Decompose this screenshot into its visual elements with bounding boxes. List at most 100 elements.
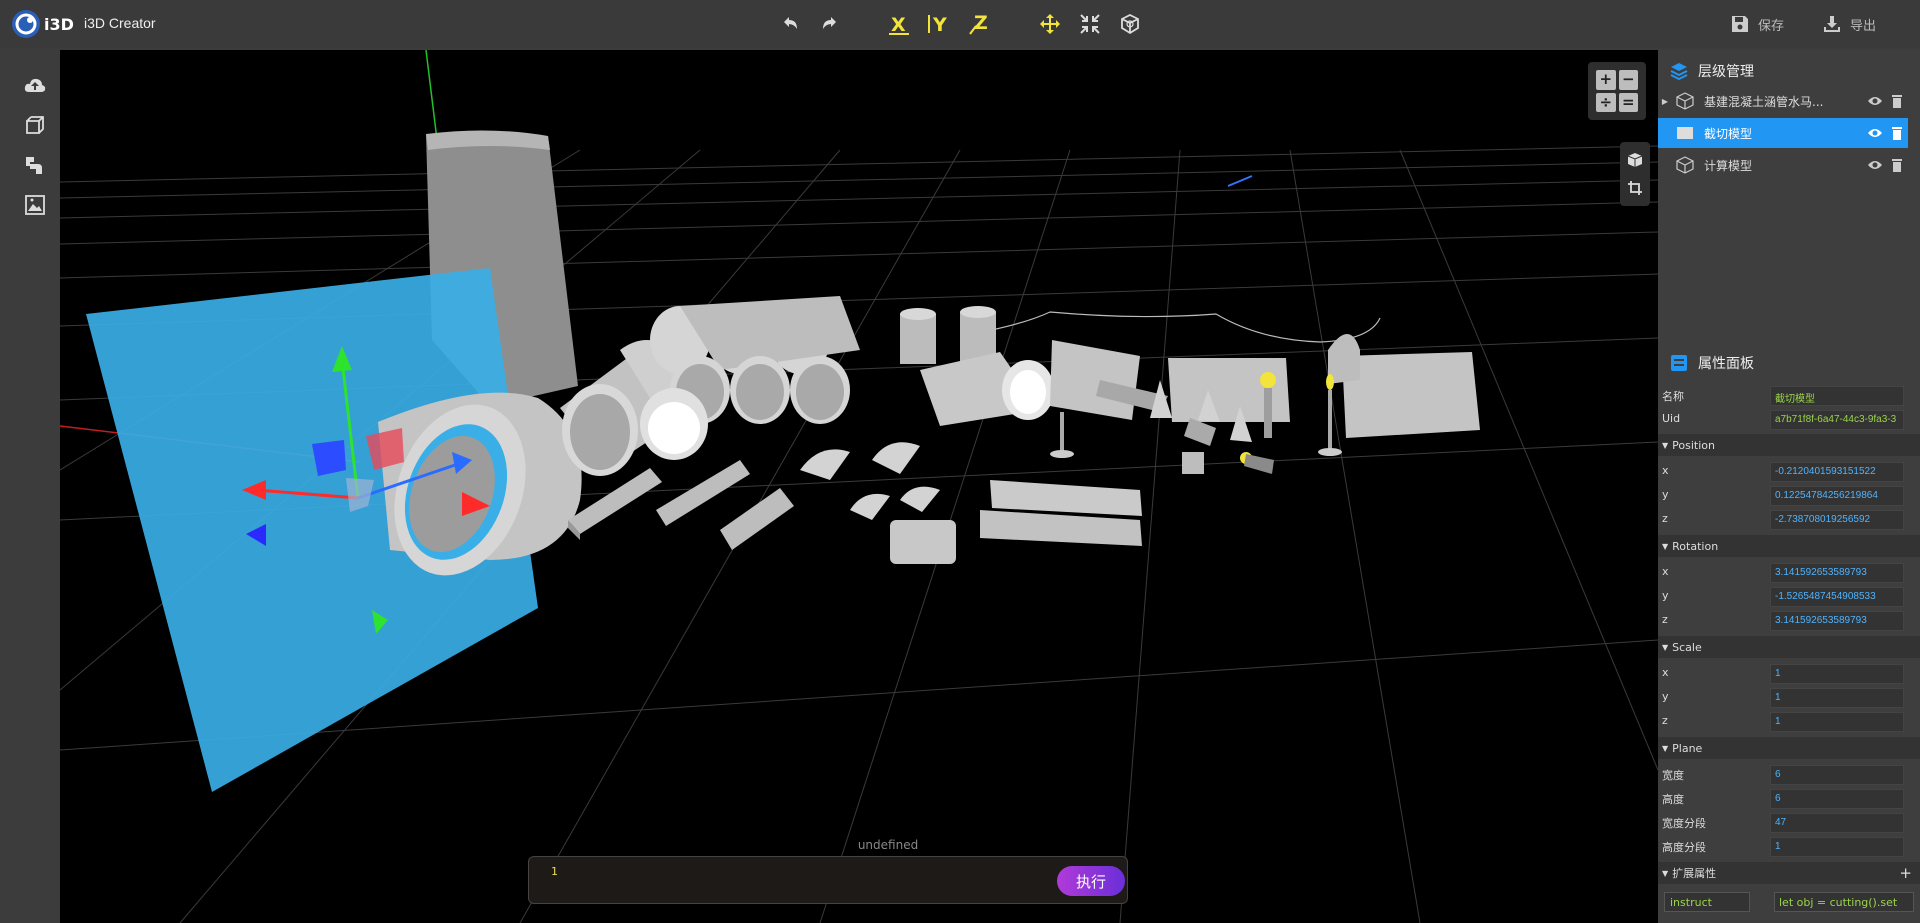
pipe-elbow-icon xyxy=(26,157,42,174)
scale-y-input[interactable]: 1 xyxy=(1770,688,1904,708)
scale-button[interactable] xyxy=(1076,10,1104,38)
cloud-upload-icon xyxy=(24,78,46,92)
wireframe-cube-icon xyxy=(26,116,44,134)
move-arrows-icon xyxy=(1040,14,1060,34)
chevron-down-icon: ▼ xyxy=(1662,642,1669,652)
rotation-section-toggle[interactable]: ▼ Rotation xyxy=(1658,535,1920,557)
save-label: 保存 xyxy=(1758,18,1785,34)
pipe-model-button[interactable] xyxy=(22,152,48,178)
add-property-button[interactable]: + xyxy=(1899,864,1912,882)
plane-section-toggle[interactable]: ▼ Plane xyxy=(1658,737,1920,759)
view-controls xyxy=(1620,142,1650,206)
wireframe-cube-button[interactable] xyxy=(22,112,48,138)
export-button[interactable]: 导出 xyxy=(1822,12,1876,36)
undo-icon xyxy=(784,17,797,29)
scale-title: Scale xyxy=(1672,640,1702,654)
tree-item-cutting-model[interactable]: 截切模型 xyxy=(1658,118,1908,148)
zoom-reset-button[interactable]: = xyxy=(1618,92,1638,112)
undo-button[interactable] xyxy=(776,10,804,38)
console-output: undefined xyxy=(857,838,919,852)
image-frame-icon xyxy=(25,195,45,215)
hierarchy-title: 层级管理 xyxy=(1698,64,1754,80)
plane-height-input[interactable]: 6 xyxy=(1770,789,1904,809)
axis-y-button[interactable]: Y xyxy=(925,10,953,38)
plane-hseg-input[interactable]: 1 xyxy=(1770,837,1904,857)
plane-hseg-label: 高度分段 xyxy=(1662,841,1706,854)
rotate-button[interactable] xyxy=(1116,10,1144,38)
crop-icon xyxy=(1628,181,1642,195)
zoom-out-button[interactable]: − xyxy=(1618,70,1638,90)
extended-title: 扩展属性 xyxy=(1672,867,1717,880)
plane-wseg-input[interactable]: 47 xyxy=(1770,813,1904,833)
position-section-toggle[interactable]: ▼ Position xyxy=(1658,434,1920,456)
scale-x-input[interactable]: 1 xyxy=(1770,664,1904,684)
prop-uid-input[interactable]: a7b71f8f-6a47-44c3-9fa3-3 xyxy=(1770,410,1904,430)
delete-trash-icon[interactable] xyxy=(1886,90,1908,112)
channel-models[interactable] xyxy=(568,442,1142,564)
rotation-title: Rotation xyxy=(1672,539,1719,553)
crop-button[interactable] xyxy=(1625,178,1645,198)
position-y-row: y 0.12254784256219864 xyxy=(1658,484,1920,508)
axis-label: z xyxy=(1662,512,1668,525)
prop-name-input[interactable]: 截切模型 xyxy=(1770,386,1904,406)
position-x-input[interactable]: -0.2120401593151522 xyxy=(1770,462,1904,482)
axis-label: x xyxy=(1662,565,1669,578)
plane-width-input[interactable]: 6 xyxy=(1770,765,1904,785)
delete-trash-icon[interactable] xyxy=(1886,154,1908,176)
position-z-input[interactable]: -2.738708019256592 xyxy=(1770,510,1904,530)
upload-button[interactable] xyxy=(22,72,48,98)
app-title: i3D Creator xyxy=(84,15,156,31)
plane-icon xyxy=(1674,124,1696,142)
3d-viewport[interactable]: + − ÷ = undefined 1 执行 xyxy=(60,50,1658,923)
axis-z-button[interactable]: Z xyxy=(966,10,994,38)
script-console[interactable]: 1 执行 xyxy=(528,856,1128,904)
axis-y-icon: Y xyxy=(928,14,947,36)
chevron-down-icon: ▼ xyxy=(1662,743,1669,753)
top-toolbar: i3D i3D Creator X Y Z 保存 导出 xyxy=(0,0,1920,48)
visibility-eye-icon[interactable] xyxy=(1864,154,1886,176)
prop-uid-label: Uid xyxy=(1662,412,1681,425)
view-cube-button[interactable] xyxy=(1625,150,1645,170)
axis-label: y xyxy=(1662,589,1669,602)
plane-hseg-row: 高度分段 1 xyxy=(1658,835,1920,859)
rotation-y-input[interactable]: -1.5265487454908533 xyxy=(1770,587,1904,607)
cube-outline-icon xyxy=(1674,156,1696,174)
scale-z-input[interactable]: 1 xyxy=(1770,712,1904,732)
cable-line xyxy=(959,311,1381,343)
cube-outline-icon xyxy=(1674,92,1696,110)
visibility-eye-icon[interactable] xyxy=(1864,90,1886,112)
tree-item-compute-model[interactable]: 计算模型 xyxy=(1658,150,1908,180)
expand-arrow-icon[interactable]: ▶ xyxy=(1658,97,1672,106)
app-logo: i3D xyxy=(10,8,80,40)
redo-icon xyxy=(823,17,836,29)
tree-item-infrastructure[interactable]: ▶ 基建混凝土涵管水马... xyxy=(1658,86,1908,116)
prop-name-label: 名称 xyxy=(1662,390,1684,403)
rotation-x-input[interactable]: 3.141592653589793 xyxy=(1770,563,1904,583)
rotation-y-row: y -1.5265487454908533 xyxy=(1658,585,1920,609)
plane-height-label: 高度 xyxy=(1662,793,1684,806)
scene-image-button[interactable] xyxy=(22,192,48,218)
extended-key-input[interactable]: instruct xyxy=(1664,892,1750,912)
delete-trash-icon[interactable] xyxy=(1886,122,1908,144)
axis-label: y xyxy=(1662,488,1669,501)
rotation-z-row: z 3.141592653589793 xyxy=(1658,609,1920,633)
save-button[interactable]: 保存 xyxy=(1730,12,1784,36)
visibility-eye-icon[interactable] xyxy=(1864,122,1886,144)
scale-section-toggle[interactable]: ▼ Scale xyxy=(1658,636,1920,658)
position-y-input[interactable]: 0.12254784256219864 xyxy=(1770,486,1904,506)
redo-button[interactable] xyxy=(816,10,844,38)
move-button[interactable] xyxy=(1036,10,1064,38)
save-icon xyxy=(1732,16,1748,32)
pipe-cluster-model[interactable] xyxy=(560,296,1054,476)
extended-section-toggle[interactable]: ▼ 扩展属性 + xyxy=(1658,862,1920,884)
rotation-z-input[interactable]: 3.141592653589793 xyxy=(1770,611,1904,631)
zoom-fit-button[interactable]: ÷ xyxy=(1596,92,1616,112)
scene-canvas[interactable] xyxy=(60,50,1658,923)
scale-x-row: x 1 xyxy=(1658,662,1920,686)
run-button[interactable]: 执行 xyxy=(1057,866,1125,896)
zoom-in-button[interactable]: + xyxy=(1596,70,1616,90)
extended-value-input[interactable]: let obj = cutting().set xyxy=(1774,892,1914,912)
layers-icon xyxy=(1670,63,1688,80)
position-title: Position xyxy=(1672,438,1715,452)
axis-x-button[interactable]: X xyxy=(885,10,913,38)
